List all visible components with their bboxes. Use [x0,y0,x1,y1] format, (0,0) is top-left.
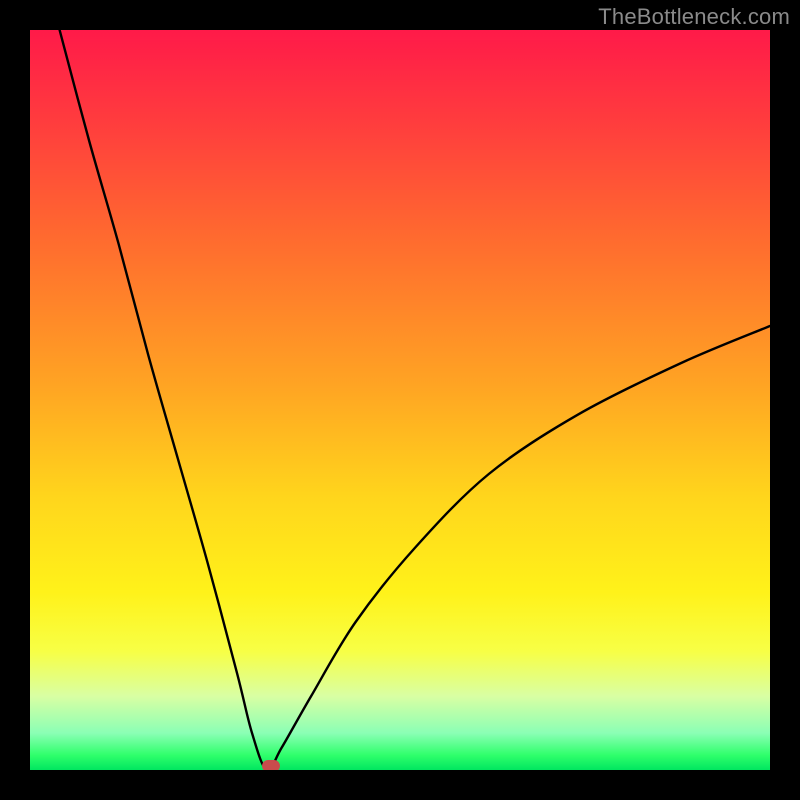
watermark-text: TheBottleneck.com [598,4,790,30]
chart-frame: TheBottleneck.com [0,0,800,800]
plot-area [30,30,770,770]
curve-svg [30,30,770,770]
optimum-marker [262,760,280,770]
bottleneck-curve [60,30,770,770]
